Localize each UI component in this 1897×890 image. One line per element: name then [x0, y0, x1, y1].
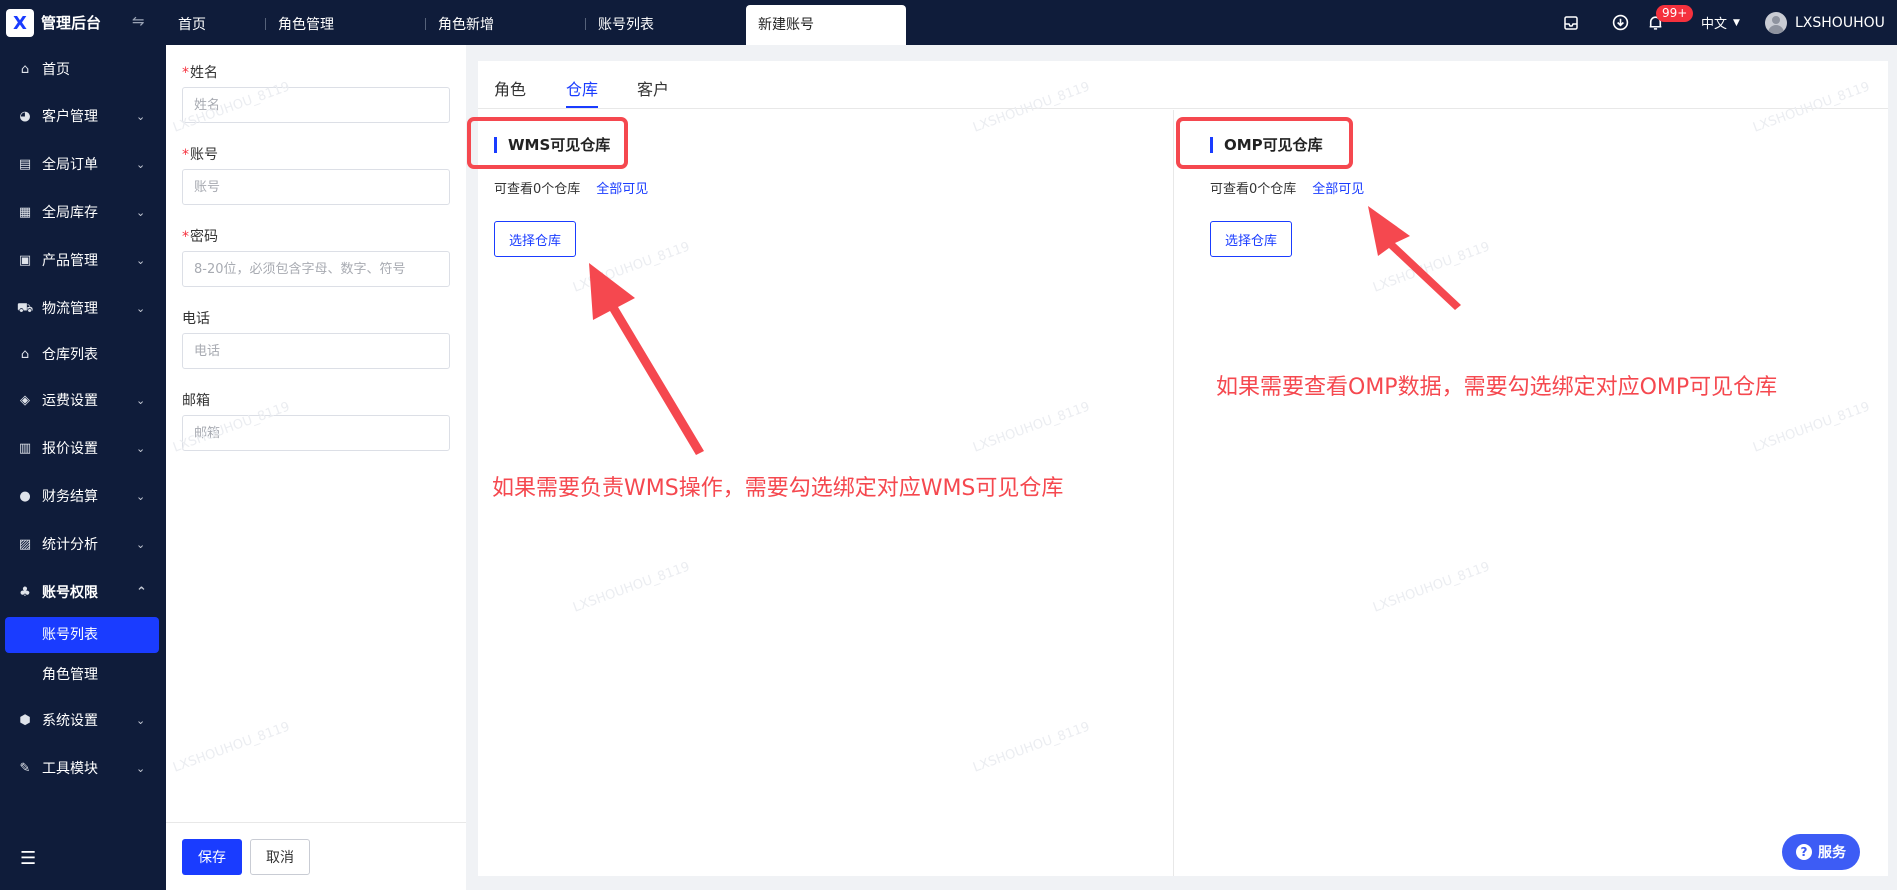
wms-arrow	[589, 263, 704, 455]
annotation-arrows	[589, 206, 1461, 455]
service-button[interactable]: ? 服务	[1782, 834, 1860, 870]
wms-annotation-note: 如果需要负责WMS操作，需要勾选绑定对应WMS可见仓库	[492, 476, 1064, 501]
help-icon: ?	[1796, 844, 1812, 860]
omp-annotation-note: 如果需要查看OMP数据，需要勾选绑定对应OMP可见仓库	[1216, 375, 1778, 400]
omp-arrow	[1368, 206, 1461, 310]
